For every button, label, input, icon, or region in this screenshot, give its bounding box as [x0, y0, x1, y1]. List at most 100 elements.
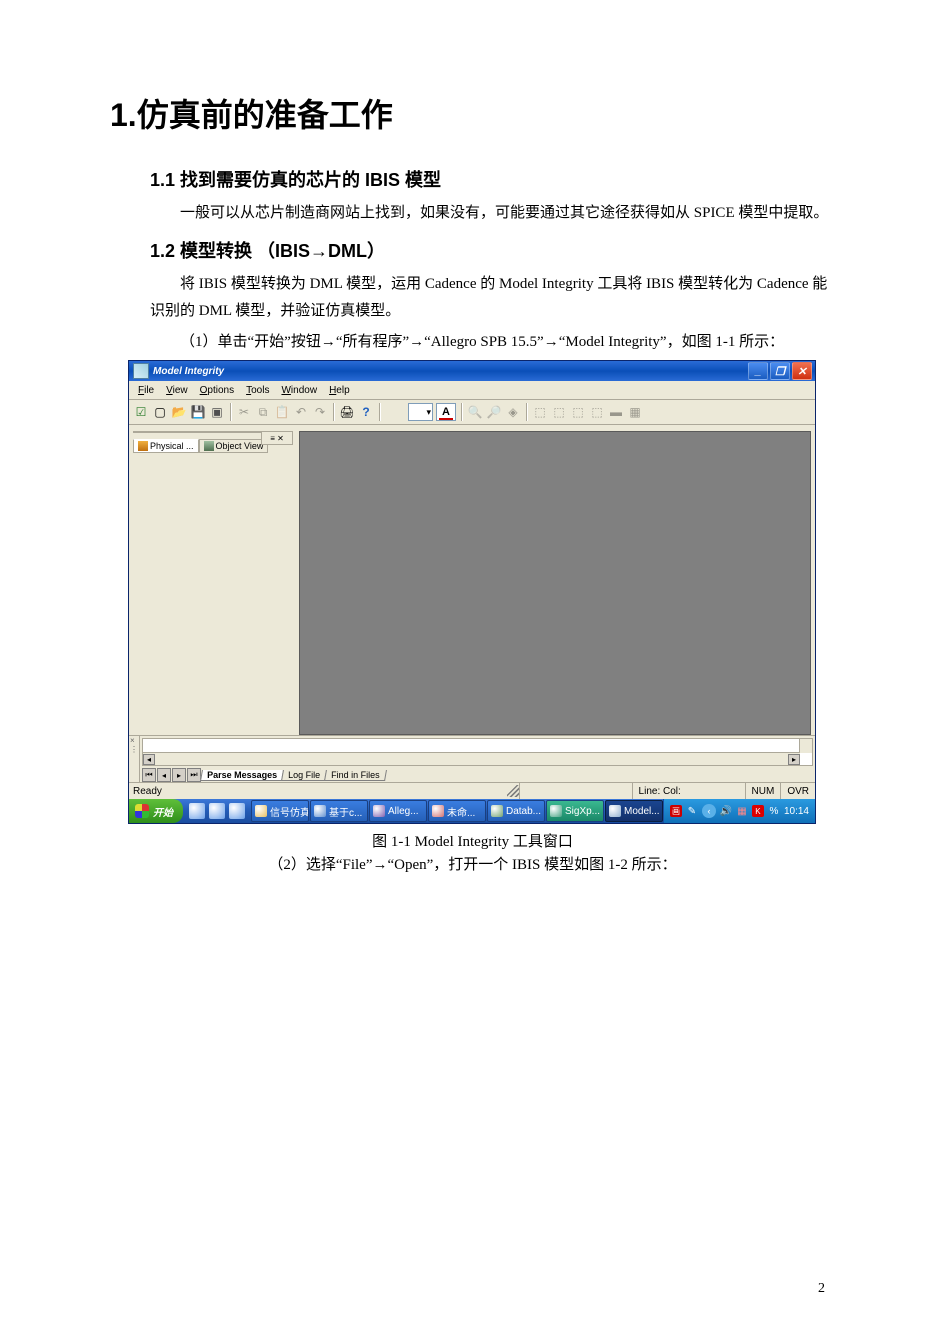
log-nav-next[interactable]: ▸	[172, 768, 186, 782]
new-icon[interactable]: ▢	[152, 404, 168, 420]
sigxp-icon	[550, 805, 562, 817]
section-1-2-paragraph-1: 将 IBIS 模型转换为 DML 模型，运用 Cadence 的 Model I…	[150, 271, 835, 325]
tab-log-file[interactable]: Log File	[281, 770, 327, 781]
taskbar-item-model[interactable]: Model...	[605, 800, 663, 822]
window-title: Model Integrity	[153, 366, 224, 377]
log-scrollbar-vertical[interactable]	[799, 739, 812, 753]
document-icon	[314, 805, 326, 817]
windows-flag-icon	[135, 804, 149, 818]
tab-object-view-label: Object View	[216, 441, 264, 451]
tray-volume-icon[interactable]: 🔊	[720, 805, 732, 817]
log-scrollbar-horizontal[interactable]: ◂ ▸	[143, 752, 800, 765]
start-label: 开始	[153, 804, 173, 819]
close-button[interactable]: ✕	[792, 362, 812, 380]
status-grip	[507, 785, 519, 797]
taskbar-item-label: 基于c...	[329, 804, 362, 819]
menu-view[interactable]: View	[161, 384, 193, 397]
model-icon	[609, 805, 621, 817]
tray-misc-icon[interactable]: %	[768, 805, 780, 817]
print-icon[interactable]: 🖨	[339, 404, 355, 420]
taskbar-item-doc[interactable]: 基于c...	[310, 800, 368, 822]
font-color-button[interactable]: A	[436, 403, 456, 421]
panel-drag-handle[interactable]: ≡ ✕	[261, 431, 293, 445]
find-next-icon: 🔎	[486, 404, 502, 420]
tool-icon-1: ⬚	[532, 404, 548, 420]
status-ovr: OVR	[780, 783, 815, 799]
toolbar: ☑ ▢ 📂 💾 ▣ ✂ ⧉ 📋 ↶ ↷ 🖨 ? ▾ A 🔍 🔎 ◈ ⬚ ⬚	[129, 400, 815, 425]
find-icon: 🔍	[467, 404, 483, 420]
tray-chinese-icon[interactable]: 画	[670, 805, 682, 817]
status-num: NUM	[745, 783, 781, 799]
tool-icon-6: ▦	[627, 404, 643, 420]
status-empty-1	[519, 783, 632, 799]
tool-icon-4: ⬚	[589, 404, 605, 420]
quick-launch-media-icon[interactable]	[229, 803, 245, 819]
tab-physical[interactable]: Physical ...	[133, 439, 199, 453]
log-area: ×⋮ ◂ ▸ ⏮ ◂ ▸ ⏭ Parse Messages Log Fi	[129, 735, 815, 782]
tool-icon-2: ⬚	[551, 404, 567, 420]
cut-icon: ✂	[236, 404, 252, 420]
quick-launch-ie-icon[interactable]	[189, 803, 205, 819]
taskbar-item-label: Datab...	[506, 806, 541, 817]
tray-pen-icon[interactable]: ✎	[686, 805, 698, 817]
app-body: ≡ ✕ Physical ... Object View	[129, 425, 815, 735]
scroll-left-button[interactable]: ◂	[143, 754, 155, 765]
save-icon[interactable]: 💾	[190, 404, 206, 420]
redo-icon: ↷	[312, 404, 328, 420]
tab-object-view[interactable]: Object View	[199, 440, 269, 453]
start-button[interactable]: 开始	[129, 799, 183, 823]
open-icon[interactable]: 📂	[171, 404, 187, 420]
menu-help[interactable]: Help	[324, 384, 355, 397]
content-area	[299, 431, 811, 735]
side-panel: ≡ ✕	[133, 431, 293, 433]
log-nav-prev[interactable]: ◂	[157, 768, 171, 782]
section-1-1-heading: 1.1 找到需要仿真的芯片的 IBIS 模型	[150, 166, 835, 192]
page-number: 2	[818, 1281, 825, 1297]
taskbar-item-database[interactable]: Datab...	[487, 800, 545, 822]
menu-tools[interactable]: Tools	[241, 384, 274, 397]
tool-icon-3: ⬚	[570, 404, 586, 420]
tab-find-in-files[interactable]: Find in Files	[324, 770, 386, 781]
check-icon[interactable]: ☑	[133, 404, 149, 420]
menu-file[interactable]: FFileile	[133, 384, 159, 397]
object-view-icon	[204, 441, 214, 451]
status-line-col: Line: Col:	[632, 783, 745, 799]
tray-clock[interactable]: 10:14	[784, 806, 809, 817]
windows-taskbar: 开始 信号仿真 基于c... Alleg...	[129, 799, 815, 823]
main-heading: 1.仿真前的准备工作	[110, 90, 835, 136]
font-size-combo[interactable]: ▾	[408, 403, 433, 421]
folder-icon	[255, 805, 267, 817]
menu-window[interactable]: Window	[276, 384, 322, 397]
undo-icon: ↶	[293, 404, 309, 420]
tab-physical-label: Physical ...	[150, 441, 194, 451]
tray-network-icon[interactable]: ▦	[736, 805, 748, 817]
title-bar: Model Integrity _ ❐ ✕	[129, 361, 815, 381]
tab-parse-messages[interactable]: Parse Messages	[200, 770, 284, 781]
log-nav-first[interactable]: ⏮	[142, 768, 156, 782]
physical-icon	[138, 441, 148, 451]
bookmark-icon: ◈	[505, 404, 521, 420]
taskbar-items: 信号仿真 基于c... Alleg... 未命... Datab...	[251, 800, 663, 822]
log-output: ◂ ▸	[142, 738, 813, 766]
copy-icon: ⧉	[255, 404, 271, 420]
figure-1-1-caption: 图 1-1 Model Integrity 工具窗口	[110, 830, 835, 851]
taskbar-item-untitled[interactable]: 未命...	[428, 800, 486, 822]
paint-icon	[432, 805, 444, 817]
taskbar-item-label: Alleg...	[388, 806, 419, 817]
quick-launch-desktop-icon[interactable]	[209, 803, 225, 819]
tray-shield-icon[interactable]: K	[752, 805, 764, 817]
menu-options[interactable]: Options	[195, 384, 239, 397]
scroll-right-button[interactable]: ▸	[788, 754, 800, 765]
taskbar-item-sigxp[interactable]: SigXp...	[546, 800, 604, 822]
app-icon	[133, 363, 149, 379]
save-all-icon[interactable]: ▣	[209, 404, 225, 420]
minimize-button[interactable]: _	[748, 362, 768, 380]
help-icon[interactable]: ?	[358, 404, 374, 420]
taskbar-item-folder[interactable]: 信号仿真	[251, 800, 309, 822]
restore-button[interactable]: ❐	[770, 362, 790, 380]
taskbar-item-allegro[interactable]: Alleg...	[369, 800, 427, 822]
log-drag-handle[interactable]: ×⋮	[129, 736, 140, 782]
taskbar-item-label: 信号仿真	[270, 804, 309, 819]
log-nav-last[interactable]: ⏭	[187, 768, 201, 782]
tray-expand-icon[interactable]: ‹	[702, 804, 716, 818]
